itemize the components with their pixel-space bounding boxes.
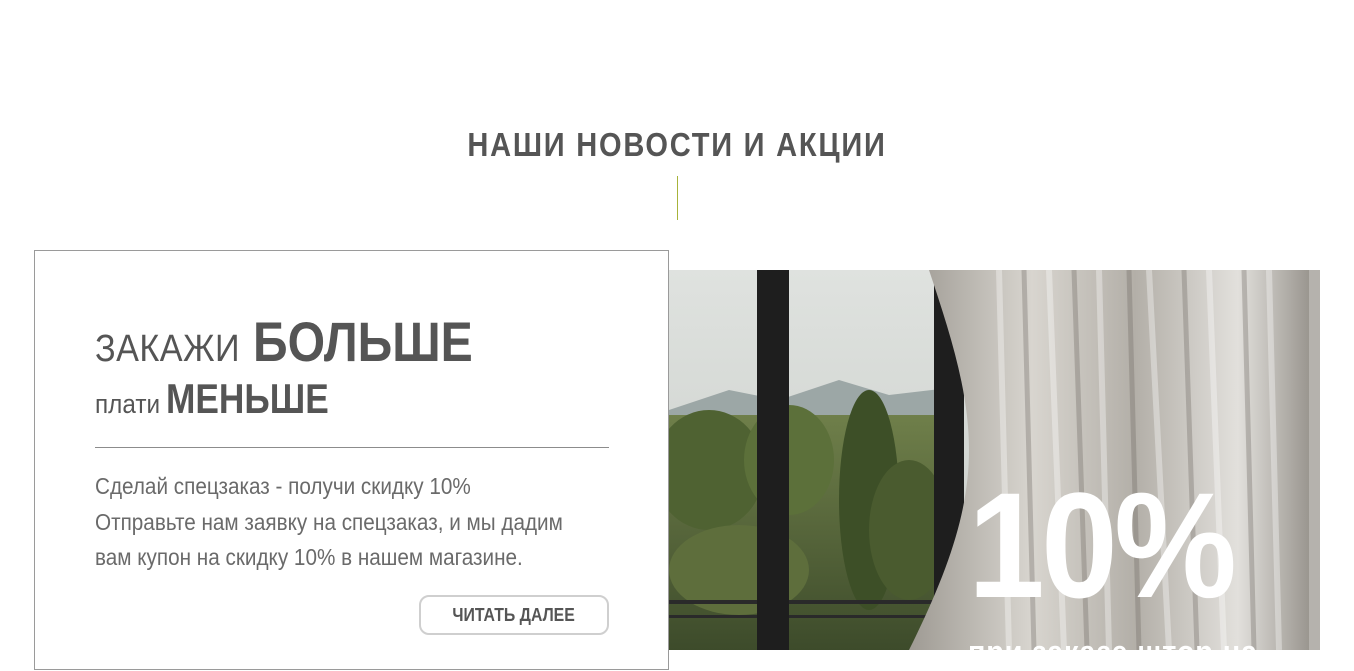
read-more-label: ЧИТАТЬ ДАЛЕЕ [452,605,576,625]
promo-text-line: Сделай спецзаказ - получи скидку 10% [95,473,471,499]
discount-caption: при заказе штор на [968,634,1258,670]
section-title: НАШИ НОВОСТИ И АКЦИИ [467,126,887,163]
promo-headline-line1: ЗАКАЖИ БОЛЬШЕ [95,309,508,374]
promo-text-line: вам купон на скидку 10% в нашем магазине… [95,544,523,570]
promo-card: ЗАКАЖИ БОЛЬШЕ плати МЕНЬШЕ Сделай спецза… [34,250,669,670]
headline-light-2: плати [95,389,161,419]
headline-light-1: ЗАКАЖИ [95,328,241,370]
card-divider [95,447,609,448]
title-divider [677,176,678,220]
headline-bold-2: МЕНЬШЕ [165,375,329,422]
promo-text-line: Отправьте нам заявку на спецзаказ, и мы … [95,509,563,535]
promo-headline-line2: плати МЕНЬШЕ [95,375,359,423]
discount-percent: 10% [968,461,1237,629]
headline-bold-1: БОЛЬШЕ [252,310,473,373]
read-more-button[interactable]: ЧИТАТЬ ДАЛЕЕ [419,595,609,635]
